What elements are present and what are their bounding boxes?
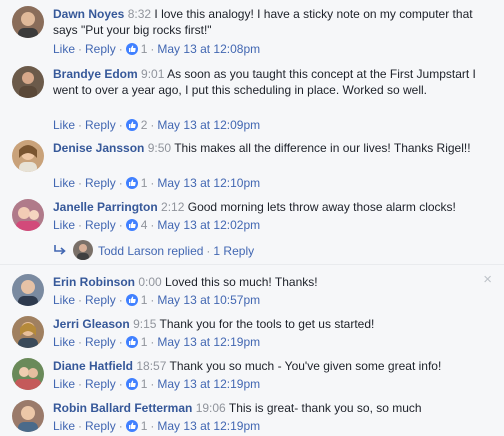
comment-actions: Like · Reply · 1 · May 13 at 12:10pm [53,176,261,190]
replies-summary[interactable]: Todd Larson replied · 1 Reply [53,240,254,260]
like-link[interactable]: Like [53,377,75,391]
like-link[interactable]: Like [53,218,75,232]
reply-link[interactable]: Reply [85,377,116,391]
video-timestamp[interactable]: 0:00 [138,275,161,289]
close-icon[interactable]: × [483,272,492,287]
comment-date[interactable]: May 13 at 12:02pm [157,218,260,232]
like-count-icon [125,336,138,348]
commenter-name[interactable]: Denise Jansson [53,141,144,155]
like-count-icon [125,219,138,231]
video-timestamp[interactable]: 9:15 [133,317,156,331]
video-timestamp[interactable]: 19:06 [196,401,226,415]
reply-link[interactable]: Reply [85,419,116,433]
like-count-icon [125,177,138,189]
comment-date[interactable]: May 13 at 12:19pm [157,419,260,433]
comment-date[interactable]: May 13 at 12:09pm [157,118,260,132]
avatar[interactable] [12,6,44,38]
commenter-name[interactable]: Brandye Edom [53,67,138,81]
divider [0,264,504,265]
comment-actions: Like · Reply · 1 · May 13 at 12:19pm [53,377,261,391]
like-count-icon [125,294,138,306]
comment-text: Thank you for the tools to get us starte… [159,317,375,331]
commenter-name[interactable]: Dawn Noyes [53,7,124,21]
replier-name[interactable]: Todd Larson [98,244,164,258]
avatar[interactable] [73,240,93,260]
reply-count-link[interactable]: 1 Reply [213,244,254,258]
replied-label: replied [167,244,204,258]
comment-actions: Like · Reply · 4 · May 13 at 12:02pm [53,218,261,232]
video-timestamp[interactable]: 2:12 [161,200,184,214]
comment-date[interactable]: May 13 at 12:19pm [157,377,260,391]
commenter-name[interactable]: Janelle Parrington [53,200,158,214]
avatar[interactable] [12,66,44,98]
like-link[interactable]: Like [53,419,75,433]
like-count-icon [125,420,138,432]
comment-text: This is great- thank you so, so much [228,401,422,415]
comment-date[interactable]: May 13 at 10:57pm [157,293,260,307]
commenter-name[interactable]: Erin Robinson [53,275,135,289]
comment-text: Loved this so much! Thanks! [165,275,318,289]
comment-text: Good morning lets throw away those alarm… [187,200,456,214]
like-link[interactable]: Like [53,293,75,307]
like-count-icon [125,43,138,55]
comment-actions: Like · Reply · 2 · May 13 at 12:09pm [53,118,261,132]
avatar[interactable] [12,140,44,172]
video-timestamp[interactable]: 8:32 [128,7,151,21]
comment-text: This makes all the difference in our liv… [174,141,471,155]
comment-actions: Like · Reply · 1 · May 13 at 12:19pm [53,419,261,433]
comment-date[interactable]: May 13 at 12:08pm [157,42,260,56]
like-count-icon [125,378,138,390]
commenter-name[interactable]: Robin Ballard Fetterman [53,401,192,415]
reply-link[interactable]: Reply [85,42,116,56]
comment-date[interactable]: May 13 at 12:19pm [157,335,260,349]
reply-arrow-icon [54,245,66,255]
video-timestamp[interactable]: 9:01 [141,67,164,81]
video-timestamp[interactable]: 18:57 [136,359,166,373]
like-count-icon [125,119,138,131]
video-timestamp[interactable]: 9:50 [148,141,171,155]
commenter-name[interactable]: Diane Hatfield [53,359,133,373]
avatar[interactable] [12,358,44,390]
comment-actions: Like · Reply · 1 · May 13 at 10:57pm [53,293,261,307]
reply-link[interactable]: Reply [85,293,116,307]
like-link[interactable]: Like [53,42,75,56]
reply-link[interactable]: Reply [85,335,116,349]
avatar[interactable] [12,400,44,432]
reply-link[interactable]: Reply [85,218,116,232]
like-link[interactable]: Like [53,118,75,132]
like-link[interactable]: Like [53,176,75,190]
comment-text: Thank you so much - You've given some gr… [169,359,442,373]
reply-link[interactable]: Reply [85,118,116,132]
avatar[interactable] [12,199,44,231]
comment-date[interactable]: May 13 at 12:10pm [157,176,260,190]
comment-actions: Like · Reply · 1 · May 13 at 12:19pm [53,335,261,349]
like-link[interactable]: Like [53,335,75,349]
avatar[interactable] [12,316,44,348]
reply-link[interactable]: Reply [85,176,116,190]
commenter-name[interactable]: Jerri Gleason [53,317,130,331]
avatar[interactable] [12,274,44,306]
comment-actions: Like · Reply · 1 · May 13 at 12:08pm [53,42,261,56]
